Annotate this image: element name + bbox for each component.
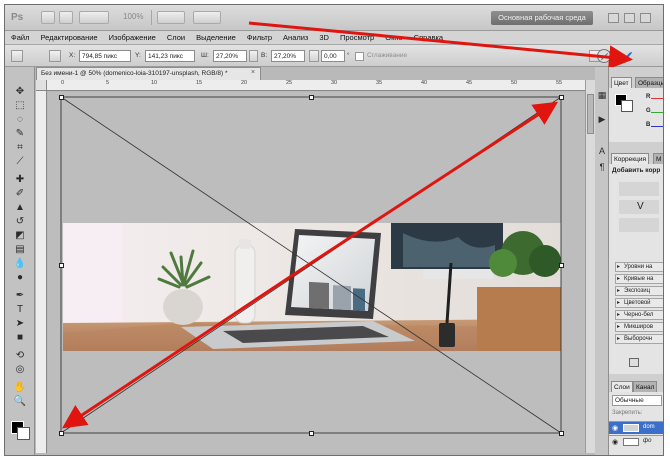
transform-handle-left[interactable] xyxy=(59,263,64,268)
preset-black-white[interactable]: Черно-бел xyxy=(615,310,663,320)
history-panel-icon[interactable]: ▦ xyxy=(596,89,608,101)
transform-handle-right[interactable] xyxy=(559,263,564,268)
tab-color[interactable]: Цвет xyxy=(611,77,632,88)
tab-layers[interactable]: Слои xyxy=(611,381,633,392)
transform-handle-bottom-left[interactable] xyxy=(59,431,64,436)
character-panel-icon[interactable]: A xyxy=(596,145,608,157)
adjustment-panel-button[interactable] xyxy=(629,358,639,367)
arrow-top-right-annotation xyxy=(304,101,559,269)
adjustment-icons-row-2[interactable]: V xyxy=(619,200,659,214)
tab-swatches[interactable]: Образцы xyxy=(635,77,663,88)
channel-g-slider[interactable] xyxy=(651,112,663,113)
arrow-bottom-left-annotation xyxy=(62,265,306,429)
transform-handle-top[interactable] xyxy=(309,95,314,100)
transform-handle-top-left[interactable] xyxy=(59,95,64,100)
transform-handle-bottom[interactable] xyxy=(309,431,314,436)
transform-handle-bottom-right[interactable] xyxy=(559,431,564,436)
preset-channel-mixer[interactable]: Микширов xyxy=(615,322,663,332)
add-adjustment-heading: Добавить корр xyxy=(612,167,661,174)
blend-mode-select[interactable]: Обычные xyxy=(612,395,662,406)
layer-name[interactable]: dom xyxy=(643,424,655,430)
photoshop-window: Ps 100% Основная рабочая среда Файл Реда… xyxy=(4,4,664,456)
adjustment-icons-row-1[interactable] xyxy=(619,182,659,196)
preset-hue-saturation[interactable]: Цветовой xyxy=(615,298,663,308)
tab-masks[interactable]: М xyxy=(653,153,663,164)
transform-handle-top-right[interactable] xyxy=(559,95,564,100)
layer-thumbnail xyxy=(623,424,639,432)
adjustments-panel: Добавить корр V Уровни на Кривые на Эксп… xyxy=(609,164,663,374)
channel-b-label: B xyxy=(646,122,651,128)
paragraph-panel-icon[interactable]: ¶ xyxy=(596,161,608,173)
preset-exposure[interactable]: Экспозиц xyxy=(615,286,663,296)
scroll-thumb[interactable] xyxy=(587,94,594,134)
layer-row-photo[interactable]: ◉ dom xyxy=(609,421,663,434)
layers-panel: Обычные Закрепить: ◉ dom ◉ фо xyxy=(609,392,663,455)
channel-g-label: G xyxy=(646,108,651,114)
right-panels: Цвет Образцы R G B Коррекция М Добавить … xyxy=(609,67,663,455)
channel-r-label: R xyxy=(646,94,651,100)
layer-thumbnail xyxy=(623,438,639,446)
adjustment-icons-row-3[interactable] xyxy=(619,218,659,232)
tab-adjustments[interactable]: Коррекция xyxy=(611,153,649,164)
arrow-to-commit-annotation xyxy=(248,21,633,70)
channel-r-slider[interactable] xyxy=(651,98,663,99)
tab-channels[interactable]: Канал xyxy=(633,381,658,392)
vertical-scrollbar[interactable] xyxy=(585,80,595,453)
preset-levels[interactable]: Уровни на xyxy=(615,262,663,272)
collapsed-panels-strip: ▦ ▶ A ¶ xyxy=(595,67,609,455)
layer-name[interactable]: фо xyxy=(643,438,651,444)
preset-curves[interactable]: Кривые на xyxy=(615,274,663,284)
color-panel: R G B xyxy=(609,88,663,142)
actions-panel-icon[interactable]: ▶ xyxy=(596,113,608,125)
transform-overlay xyxy=(60,21,633,434)
panel-background-swatch[interactable] xyxy=(621,100,633,112)
channel-b-slider[interactable] xyxy=(651,126,663,127)
preset-selective-color[interactable]: Выборочн xyxy=(615,334,663,344)
layer-visibility-icon[interactable]: ◉ xyxy=(612,424,618,432)
layer-visibility-icon[interactable]: ◉ xyxy=(612,438,618,446)
layer-row-background[interactable]: ◉ фо xyxy=(609,435,663,448)
lock-label: Закрепить: xyxy=(612,410,643,416)
